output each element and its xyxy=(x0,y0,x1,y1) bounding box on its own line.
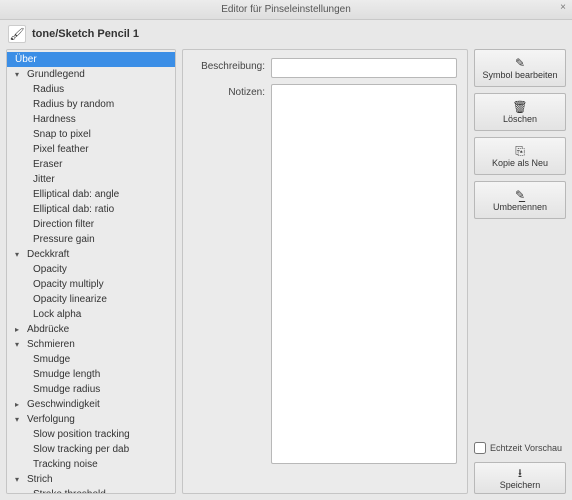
realtime-preview-checkbox[interactable]: Echtzeit Vorschau xyxy=(474,440,566,456)
tree-item[interactable]: Hardness xyxy=(7,112,175,127)
brush-name: tone/Sketch Pencil 1 xyxy=(32,28,139,40)
delete-button[interactable]: 🗑 Löschen xyxy=(474,93,566,131)
form-panel: Beschreibung: Notizen: xyxy=(182,49,468,494)
tree-item[interactable]: Elliptical dab: ratio xyxy=(7,202,175,217)
chevron-right-icon: ▸ xyxy=(15,325,23,334)
description-row: Beschreibung: xyxy=(193,58,457,78)
window: Editor für Pinseleinstellungen × 🖌 tone/… xyxy=(0,0,572,500)
edit-symbol-label: Symbol bearbeiten xyxy=(482,70,557,80)
edit-symbol-button[interactable]: ✎ Symbol bearbeiten xyxy=(474,49,566,87)
tree-group-label: Schmieren xyxy=(27,339,75,350)
copy-icon: ⎘ xyxy=(515,145,525,157)
tree-item[interactable]: Smudge length xyxy=(7,367,175,382)
tree-item[interactable]: Smudge radius xyxy=(7,382,175,397)
tree-group-label: Grundlegend xyxy=(27,69,85,80)
copy-as-new-label: Kopie als Neu xyxy=(492,158,548,168)
tree-item[interactable]: Slow position tracking xyxy=(7,427,175,442)
tree-item[interactable]: Direction filter xyxy=(7,217,175,232)
tree-group-label: Verfolgung xyxy=(27,414,75,425)
trash-icon: 🗑 xyxy=(512,101,527,113)
notes-label: Notizen: xyxy=(193,84,265,98)
content: Über ▾ Grundlegend RadiusRadius by randomHa… xyxy=(0,45,572,500)
tree-item[interactable]: Pixel feather xyxy=(7,142,175,157)
tree-group-label: Deckkraft xyxy=(27,249,69,260)
realtime-preview-label: Echtzeit Vorschau xyxy=(490,443,562,453)
tree-item[interactable]: Smudge xyxy=(7,352,175,367)
tree-group-label: Strich xyxy=(27,474,53,485)
tree-group[interactable]: ▸ Geschwindigkeit xyxy=(7,397,175,412)
tree-panel: Über ▾ Grundlegend RadiusRadius by randomHa… xyxy=(6,49,176,494)
tree-item[interactable]: Pressure gain xyxy=(7,232,175,247)
window-title: Editor für Pinseleinstellungen xyxy=(221,4,351,15)
tree-item[interactable]: Radius by random xyxy=(7,97,175,112)
rename-icon: ✎̲ xyxy=(515,189,525,201)
notes-textarea[interactable] xyxy=(271,84,457,464)
description-input[interactable] xyxy=(271,58,457,78)
tree-item[interactable]: Opacity linearize xyxy=(7,292,175,307)
tree-group[interactable]: ▾ Grundlegend xyxy=(7,67,175,82)
tree-item[interactable]: Snap to pixel xyxy=(7,127,175,142)
tree-group-label: Abdrücke xyxy=(27,324,69,335)
copy-as-new-button[interactable]: ⎘ Kopie als Neu xyxy=(474,137,566,175)
tree-item[interactable]: Opacity xyxy=(7,262,175,277)
titlebar: Editor für Pinseleinstellungen × xyxy=(0,0,572,20)
close-icon[interactable]: × xyxy=(560,2,566,13)
brush-icon: 🖌 xyxy=(8,25,26,43)
tree-item[interactable]: Jitter xyxy=(7,172,175,187)
magic-wand-icon: ✎ xyxy=(515,57,525,69)
chevron-down-icon: ▾ xyxy=(15,475,23,484)
tree-item[interactable]: Lock alpha xyxy=(7,307,175,322)
tree-item[interactable]: Elliptical dab: angle xyxy=(7,187,175,202)
realtime-preview-input[interactable] xyxy=(474,442,486,454)
chevron-down-icon: ▾ xyxy=(15,250,23,259)
tree-item[interactable]: Radius xyxy=(7,82,175,97)
tree-group[interactable]: ▾ Verfolgung xyxy=(7,412,175,427)
save-icon: ⭳ xyxy=(518,467,522,479)
chevron-down-icon: ▾ xyxy=(15,70,23,79)
tree-item[interactable]: Slow tracking per dab xyxy=(7,442,175,457)
rename-button[interactable]: ✎̲ Umbenennen xyxy=(474,181,566,219)
rename-label: Umbenennen xyxy=(493,202,547,212)
tree-item-about[interactable]: Über xyxy=(7,52,175,67)
chevron-down-icon: ▾ xyxy=(15,415,23,424)
tree-group[interactable]: ▾ Schmieren xyxy=(7,337,175,352)
tree-item[interactable]: Stroke threshold xyxy=(7,487,175,494)
notes-row: Notizen: xyxy=(193,84,457,479)
tree-group-label: Geschwindigkeit xyxy=(27,399,100,410)
chevron-right-icon: ▸ xyxy=(15,400,23,409)
right-panel: ✎ Symbol bearbeiten 🗑 Löschen ⎘ Kopie al… xyxy=(474,49,566,494)
chevron-down-icon: ▾ xyxy=(15,340,23,349)
tree-group[interactable]: ▾ Deckkraft xyxy=(7,247,175,262)
tree: Über ▾ Grundlegend RadiusRadius by randomHa… xyxy=(7,52,175,494)
tree-item[interactable]: Eraser xyxy=(7,157,175,172)
description-label: Beschreibung: xyxy=(193,58,265,72)
delete-label: Löschen xyxy=(503,114,537,124)
header: 🖌 tone/Sketch Pencil 1 xyxy=(0,20,572,45)
tree-item[interactable]: Tracking noise xyxy=(7,457,175,472)
tree-item[interactable]: Opacity multiply xyxy=(7,277,175,292)
save-button[interactable]: ⭳ Speichern xyxy=(474,462,566,494)
save-label: Speichern xyxy=(500,480,541,490)
tree-group[interactable]: ▸ Abdrücke xyxy=(7,322,175,337)
tree-group[interactable]: ▾ Strich xyxy=(7,472,175,487)
